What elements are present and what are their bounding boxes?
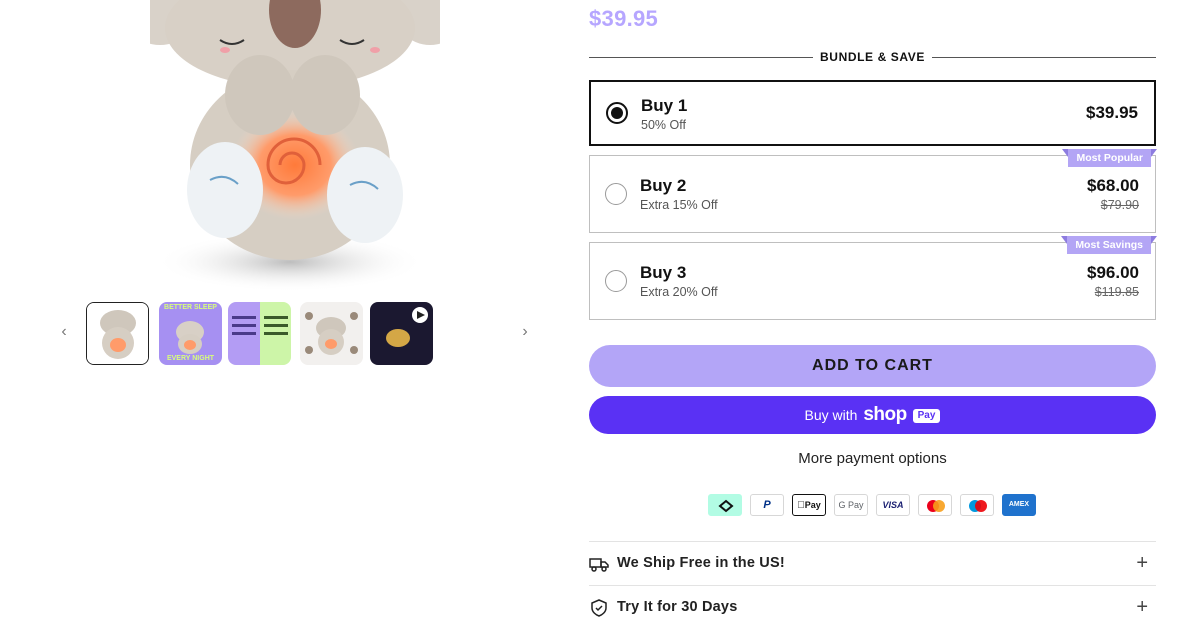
radio-unselected[interactable] (605, 270, 627, 292)
thumbnail-3[interactable] (228, 302, 291, 365)
option-price: $68.00 (1087, 176, 1139, 195)
truck-icon (589, 555, 609, 573)
paypal-icon: P (750, 494, 784, 516)
bundle-option-buy-1[interactable]: Buy 1 50% Off $39.95 (589, 80, 1156, 146)
bundle-option-buy-2[interactable]: Most Popular Buy 2 Extra 15% Off $68.00 … (589, 149, 1157, 233)
thumbnail-video[interactable] (370, 302, 433, 365)
visa-icon: VISA (876, 494, 910, 516)
ribbon-most-popular: Most Popular (1062, 149, 1157, 167)
pay-badge: Pay (912, 409, 941, 423)
ribbon-most-savings: Most Savings (1061, 236, 1157, 254)
thumbnail-strip: ‹ BETTER SLEEP EVERY NIGHT › (56, 300, 536, 366)
shield-check-icon (589, 599, 609, 617)
shop-logo: shop (863, 404, 907, 425)
option-subtitle: 50% Off (641, 118, 686, 132)
option-price: $39.95 (1086, 103, 1138, 122)
add-to-cart-button[interactable]: ADD TO CART (589, 345, 1156, 387)
option-title: Buy 2 (640, 176, 687, 195)
radio-unselected[interactable] (605, 183, 627, 205)
bundle-heading: BUNDLE & SAVE (589, 48, 1156, 66)
maestro-icon (960, 494, 994, 516)
apple-pay-icon: Pay (792, 494, 826, 516)
accordion-label: Try It for 30 Days (617, 599, 738, 615)
plus-icon[interactable]: + (1136, 596, 1148, 619)
thumbnail-2[interactable]: BETTER SLEEP EVERY NIGHT (159, 302, 222, 365)
thumbnail-4[interactable] (300, 302, 363, 365)
option-price: $96.00 (1087, 263, 1139, 282)
product-main-image[interactable] (150, 0, 440, 296)
google-pay-icon: G Pay (834, 494, 868, 516)
thumbnail-2-caption-top: BETTER SLEEP (164, 304, 217, 311)
accordion-label: We Ship Free in the US! (617, 555, 785, 571)
bundle-heading-label: BUNDLE & SAVE (813, 50, 932, 64)
amex-icon: AMEX (1002, 494, 1036, 516)
chevron-right-icon[interactable]: › (517, 322, 533, 342)
bundle-option-buy-3[interactable]: Most Savings Buy 3 Extra 20% Off $96.00 … (589, 236, 1157, 320)
plus-icon[interactable]: + (1136, 552, 1148, 575)
more-payment-options-link[interactable]: More payment options (589, 450, 1156, 467)
afterpay-icon (708, 494, 742, 516)
mastercard-icon (918, 494, 952, 516)
chevron-left-icon[interactable]: ‹ (56, 322, 72, 342)
thumbnail-1[interactable] (86, 302, 149, 365)
option-subtitle: Extra 15% Off (640, 198, 718, 212)
thumbnail-2-caption-bottom: EVERY NIGHT (166, 355, 215, 362)
radio-selected[interactable] (606, 102, 628, 124)
accordion-free-shipping[interactable]: We Ship Free in the US! + (589, 541, 1156, 585)
buy-with-label: Buy with (804, 407, 858, 423)
option-title: Buy 1 (641, 96, 688, 115)
option-old-price: $119.85 (1094, 285, 1139, 299)
option-subtitle: Extra 20% Off (640, 285, 718, 299)
product-price: $39.95 (589, 6, 659, 31)
buy-with-shop-pay-button[interactable]: Buy with shop Pay (589, 396, 1156, 434)
option-old-price: $79.90 (1100, 198, 1139, 212)
accordion-30-day-trial[interactable]: Try It for 30 Days + (589, 585, 1156, 629)
option-title: Buy 3 (640, 263, 687, 282)
apple-pay-label: Pay (800, 500, 821, 510)
